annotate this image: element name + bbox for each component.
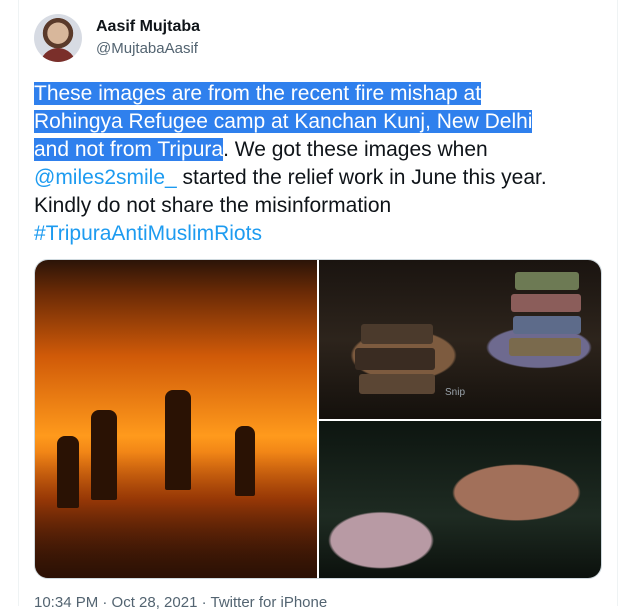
people-photo[interactable] [319, 421, 601, 578]
author-handle[interactable]: @MujtabaAasif [96, 40, 198, 57]
firefighter-silhouette [91, 410, 117, 500]
highlighted-text-3: and not from Tripura [34, 138, 224, 161]
avatar-shirt [40, 48, 76, 62]
book [511, 294, 581, 312]
burnt-book [359, 374, 435, 394]
highlighted-text-2: Rohingya Refugee camp at Kanchan Kunj, N… [34, 110, 533, 133]
firefighter-silhouette [235, 426, 255, 496]
book [513, 316, 581, 334]
burnt-book [355, 348, 435, 370]
burnt-books-photo[interactable]: Snip [319, 260, 601, 419]
highlighted-text-1: These images are from the recent fire mi… [34, 82, 482, 105]
fire-photo[interactable] [35, 260, 317, 578]
tweet-text: These images are from the recent fire mi… [34, 80, 594, 248]
book [515, 272, 579, 290]
avatar[interactable] [34, 14, 82, 62]
hashtag-link[interactable]: #TripuraAntiMuslimRiots [34, 222, 262, 245]
firefighter-silhouette [57, 436, 79, 508]
burnt-book [361, 324, 433, 344]
book [509, 338, 581, 356]
tweet-text-part: started the relief work in June this yea… [176, 166, 547, 189]
media-grid: Snip [34, 259, 602, 579]
author-name[interactable]: Aasif Mujtaba [96, 18, 200, 36]
tweet-text-part: . We got these images when [223, 138, 488, 161]
watermark-text: Snip [445, 387, 466, 398]
mention-link[interactable]: @miles2smile_ [34, 166, 177, 189]
tweet-text-part: Kindly do not share the misinformation [34, 194, 392, 217]
firefighter-silhouette [165, 390, 191, 490]
tweet-timestamp[interactable]: 10:34 PM · Oct 28, 2021 · Twitter for iP… [34, 594, 327, 611]
